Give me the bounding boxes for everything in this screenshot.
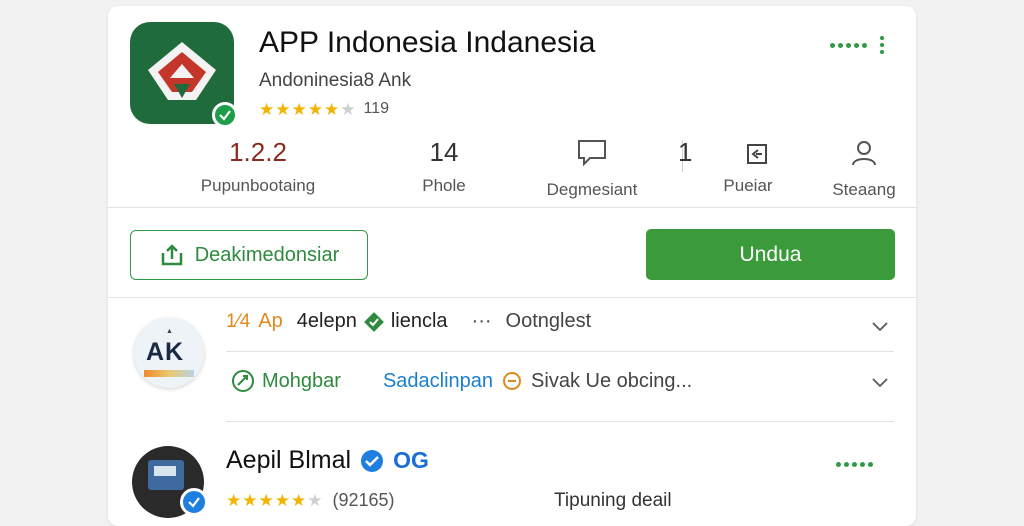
stat-value: 1.2.2 [229, 137, 287, 167]
rating-stars: ★ ★ ★ ★ ★ ★ [259, 101, 356, 118]
row-link: Sadaclinpan [382, 369, 494, 392]
rating-count: (92165) [332, 490, 395, 510]
divider [108, 297, 916, 298]
row-link: Mohgbar [262, 369, 341, 392]
list-item[interactable]: 1⁄4 Ap 4elepn liencla ··· Ootnglest [226, 310, 591, 333]
stat-comments[interactable]: Degmesiant [522, 134, 662, 200]
verified-badge-icon [212, 102, 238, 128]
star-empty-icon: ★ [340, 99, 356, 119]
share-icon [161, 244, 182, 266]
app-subtitle: Andoninesia8 Ank [259, 70, 412, 91]
row-text: Sivak Ue obcing... [531, 369, 693, 392]
divider [108, 207, 916, 208]
sync-icon [232, 370, 254, 392]
row-text: 4elepn [296, 310, 357, 332]
developer-avatar[interactable] [132, 446, 208, 518]
row-lead: 1⁄4 [226, 310, 251, 332]
star-icon: ★ [259, 99, 275, 119]
star-empty-icon: ★ [307, 491, 323, 510]
app-detail-card: APP Indonesia Indanesia Andoninesia8 Ank… [108, 6, 916, 526]
developer-rating: ★ ★ ★ ★ ★ ★ (92165) [226, 490, 395, 511]
star-icon: ★ [258, 491, 274, 510]
comment-icon [522, 138, 662, 174]
stat-size: 14 Phole [374, 134, 514, 196]
developer-detail[interactable]: Tipuning deail [554, 490, 672, 512]
stat-label: Degmesiant [546, 180, 638, 199]
star-icon: ★ [242, 491, 258, 510]
list-item[interactable]: Mohgbar Sadaclinpan Sivak Ue obcing... [230, 368, 692, 394]
row-text: liencla [390, 310, 448, 332]
separator: ··· [471, 310, 492, 332]
avatar-text: AK [146, 338, 185, 366]
stat-number: 1 [678, 137, 693, 167]
stat-label: Steaang [832, 180, 896, 199]
avatar-strip [144, 370, 194, 377]
app-rating: ★ ★ ★ ★ ★ ★ 119 [259, 100, 389, 118]
stat-downloads: 1.2.2 Pupunbootaing [188, 134, 328, 196]
verified-check-icon [361, 449, 384, 472]
compare-icon [747, 144, 768, 164]
person-icon [794, 138, 916, 174]
star-icon: ★ [226, 491, 242, 510]
rating-count: 119 [363, 100, 390, 117]
star-half-icon: ★ [291, 491, 307, 510]
developer-badge: OG [393, 447, 429, 473]
share-button-label: Deakimedonsiar [194, 243, 340, 266]
install-button[interactable]: Undua [646, 229, 895, 280]
app-title: APP Indonesia Indanesia [259, 26, 596, 59]
stat-account[interactable]: Steaang [794, 134, 916, 200]
install-button-label: Undua [739, 242, 802, 266]
diamond-icon [363, 311, 384, 332]
chevron-down-icon[interactable] [870, 316, 890, 336]
developer-name: Aepil Blmal [226, 446, 352, 474]
stat-label: Pupunbootaing [200, 176, 316, 195]
avatar-mark: ▲ [166, 328, 173, 335]
publisher-avatar[interactable]: ▲ AK [134, 318, 204, 388]
stat-value: 14 [429, 137, 459, 167]
more-options-icon[interactable] [830, 36, 884, 54]
divider [226, 351, 894, 352]
developer-name-row[interactable]: Aepil Blmal OG [226, 446, 429, 475]
rating-stars: ★ ★ ★ ★ ★ ★ [226, 492, 323, 509]
chevron-down-icon[interactable] [870, 372, 890, 392]
row-text: Ootnglest [505, 310, 592, 332]
star-half-icon: ★ [324, 99, 340, 119]
more-options-icon[interactable] [836, 462, 873, 467]
star-icon: ★ [307, 99, 323, 119]
star-icon: ★ [275, 99, 291, 119]
avatar-screen-detail [154, 466, 176, 476]
divider [226, 421, 894, 422]
star-icon: ★ [274, 491, 290, 510]
row-text: Ap [258, 310, 283, 332]
stat-label: Phole [422, 176, 466, 195]
star-icon: ★ [291, 99, 307, 119]
chat-icon [503, 372, 522, 390]
app-icon [130, 22, 238, 128]
share-button[interactable]: Deakimedonsiar [130, 230, 368, 280]
